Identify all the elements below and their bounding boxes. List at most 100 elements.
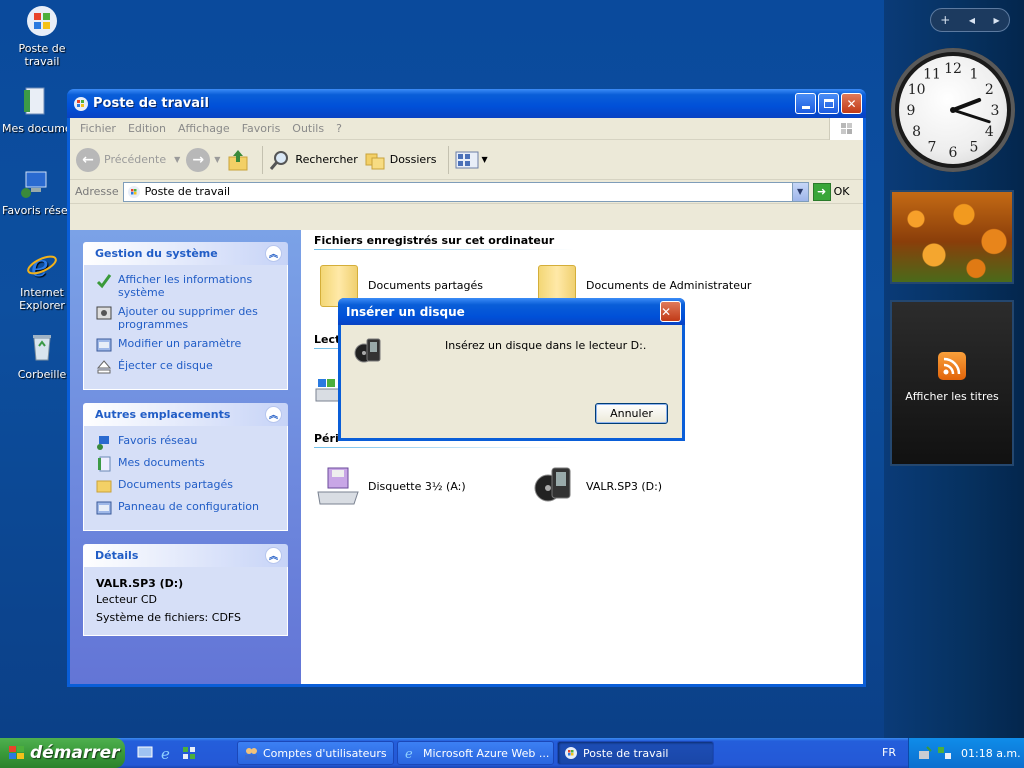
menu-fichier[interactable]: Fichier <box>74 122 122 135</box>
views-icon <box>455 151 479 168</box>
slideshow-gadget[interactable] <box>890 190 1014 284</box>
minimize-button[interactable] <box>795 93 816 114</box>
menu-bar: Fichier Edition Affichage Favoris Outils… <box>70 118 863 140</box>
place-my-documents[interactable]: Mes documents <box>96 456 277 472</box>
address-label: Adresse <box>75 185 119 198</box>
next-gadgets-button[interactable]: ▶ <box>994 16 1000 25</box>
taskbar-task-azure[interactable]: e Microsoft Azure Web ... <box>397 741 554 765</box>
drive-floppy-a[interactable]: Disquette 3½ (A:) <box>314 462 466 510</box>
group-divider <box>314 447 574 448</box>
menu-favoris[interactable]: Favoris <box>236 122 287 135</box>
clock-hands: 12 12 3 45678 9 1011 <box>907 61 1000 161</box>
internet-explorer-icon[interactable]: e <box>159 745 175 761</box>
close-icon: ✕ <box>661 304 672 319</box>
start-button[interactable]: démarrer <box>0 738 125 768</box>
eject-icon <box>96 360 112 374</box>
close-button[interactable]: ✕ <box>841 93 862 114</box>
window-titlebar[interactable]: Poste de travail ✕ <box>67 89 866 118</box>
dialog-message: Insérez un disque dans le lecteur D:. <box>445 339 647 352</box>
window-title: Poste de travail <box>93 96 209 111</box>
feed-label[interactable]: Afficher les titres <box>892 390 1012 403</box>
dialog-close-button[interactable]: ✕ <box>660 301 681 322</box>
group-header-stored-files: Fichiers enregistrés sur cet ordinateur <box>314 234 555 247</box>
address-dropdown-button[interactable]: ▼ <box>791 182 808 201</box>
search-label: Rechercher <box>295 153 358 166</box>
add-gadget-button[interactable]: + <box>940 13 950 27</box>
menu-help[interactable]: ? <box>330 122 348 135</box>
prev-gadgets-button[interactable]: ◀ <box>969 16 975 25</box>
place-control-panel[interactable]: Panneau de configuration <box>96 500 277 516</box>
my-computer-icon <box>127 185 140 198</box>
desktop-icon-network[interactable]: Favoris réseau <box>2 166 68 217</box>
sidebar-controls: + ◀ ▶ <box>930 8 1010 32</box>
panel-title: Autres emplacements <box>95 408 231 421</box>
documents-icon <box>98 456 111 472</box>
go-button[interactable]: ➜ OK <box>812 182 850 201</box>
chevron-down-icon: ▼ <box>214 155 221 164</box>
programs-icon <box>96 306 112 320</box>
collapse-icon[interactable]: ︽ <box>265 547 282 564</box>
taskbar-task-my-computer[interactable]: Poste de travail <box>557 741 714 765</box>
search-button[interactable]: Rechercher <box>269 149 358 171</box>
task-eject-disk[interactable]: Éjecter ce disque <box>96 359 277 375</box>
item-label: Disquette 3½ (A:) <box>368 479 466 493</box>
up-folder-button[interactable] <box>226 148 250 172</box>
panel-header[interactable]: Autres emplacements ︽ <box>83 403 288 426</box>
taskbar-task-user-accounts[interactable]: Comptes d'utilisateurs <box>237 741 394 765</box>
cd-drive-icon <box>534 467 571 502</box>
desktop-icon-my-computer[interactable]: Poste de travail <box>2 4 82 68</box>
maximize-button[interactable] <box>818 93 839 114</box>
place-label: Panneau de configuration <box>118 500 260 513</box>
forward-button[interactable]: → ▼ <box>186 147 221 172</box>
drive-cd-d[interactable]: VALR.SP3 (D:) <box>532 462 662 510</box>
task-view-system-info[interactable]: Afficher les informations système <box>96 273 277 299</box>
task-add-remove-programs[interactable]: Ajouter ou supprimer des programmes <box>96 305 277 331</box>
clock-numeral: 1 <box>970 67 979 83</box>
svg-text:e: e <box>161 745 170 761</box>
clock-time[interactable]: 01:18 a.m. <box>961 747 1021 760</box>
task-label: Comptes d'utilisateurs <box>263 746 387 760</box>
task-label: Éjecter ce disque <box>118 359 213 372</box>
back-button[interactable]: ← Précédente ▼ <box>76 147 180 172</box>
safely-remove-icon[interactable] <box>917 745 933 761</box>
menu-edition[interactable]: Edition <box>122 122 172 135</box>
place-label: Mes documents <box>118 456 205 469</box>
menu-affichage[interactable]: Affichage <box>172 122 236 135</box>
menu-outils[interactable]: Outils <box>286 122 330 135</box>
network-status-icon[interactable] <box>937 745 953 761</box>
place-network[interactable]: Favoris réseau <box>96 434 277 450</box>
feed-gadget[interactable]: Afficher les titres <box>890 300 1014 466</box>
clock-numeral: 9 <box>907 103 916 119</box>
panel-header[interactable]: Gestion du système ︽ <box>83 242 288 265</box>
details-type: Lecteur CD <box>96 593 157 606</box>
back-label: Précédente <box>104 153 167 166</box>
views-button[interactable]: ▼ <box>455 150 488 170</box>
svg-text:e: e <box>405 747 413 760</box>
clock-numeral: 10 <box>908 82 926 98</box>
collapse-icon[interactable]: ︽ <box>265 245 282 262</box>
system-tray: 01:18 a.m. <box>908 738 1024 768</box>
folders-button[interactable]: Dossiers <box>364 149 436 171</box>
collapse-icon[interactable]: ︽ <box>265 406 282 423</box>
address-field[interactable]: Poste de travail ▼ <box>122 181 809 202</box>
show-desktop-icon[interactable] <box>137 745 153 761</box>
go-label: OK <box>833 185 850 198</box>
dialog-body: Insérez un disque dans le lecteur D:. An… <box>341 325 682 438</box>
desktop-icon-my-documents[interactable]: Mes documents <box>2 84 68 135</box>
dialog-titlebar[interactable]: Insérer un disque ✕ <box>338 298 685 325</box>
clock-numeral: 7 <box>928 139 937 155</box>
cancel-button[interactable]: Annuler <box>595 403 668 424</box>
task-change-setting[interactable]: Modifier un paramètre <box>96 337 277 353</box>
desktop-icon-label: Poste de travail <box>18 42 66 68</box>
task-label: Modifier un paramètre <box>118 337 242 350</box>
network-icon[interactable] <box>181 745 197 761</box>
details-name: VALR.SP3 (D:) <box>96 577 184 590</box>
clock-numeral: 8 <box>912 124 921 140</box>
forward-arrow-icon: → <box>186 147 211 172</box>
clock-numeral: 3 <box>991 103 1000 119</box>
dialog-title: Insérer un disque <box>346 304 465 319</box>
panel-header[interactable]: Détails ︽ <box>83 544 288 567</box>
clock-gadget[interactable]: 12 1 2 3 4 5 6 7 8 9 10 11 <box>891 48 1015 172</box>
language-indicator[interactable]: FR <box>882 746 896 759</box>
place-shared-documents[interactable]: Documents partagés <box>96 478 277 494</box>
